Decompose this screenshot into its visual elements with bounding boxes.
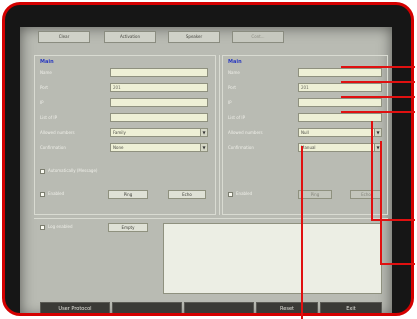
left-port-field[interactable]: 201 [110, 83, 208, 92]
left-enabled-label: Enabled [48, 191, 65, 196]
log-divider [34, 218, 388, 219]
tab-speaker[interactable]: Speaker [168, 31, 220, 43]
right-allowed-select[interactable]: Null ▼ [298, 128, 382, 137]
left-ping-button[interactable]: Ping [108, 190, 148, 199]
callout-line-iplist [341, 111, 415, 113]
callout-line-allowed [371, 219, 415, 221]
callout-line-bottom [301, 146, 303, 319]
blank-button-2[interactable] [184, 302, 254, 313]
left-confirm-value: None [113, 145, 124, 150]
callout-line-name [341, 66, 415, 68]
chevron-down-icon: ▼ [200, 144, 207, 151]
left-allowed-value: Family [113, 130, 126, 135]
tab-clear[interactable]: Clear [38, 31, 90, 43]
left-name-field[interactable] [110, 68, 208, 77]
right-ip-field[interactable] [298, 98, 382, 107]
left-echo-button[interactable]: Echo [168, 190, 206, 199]
right-iplist-label: List of IP [228, 115, 245, 120]
callout-line-confirm [380, 263, 415, 265]
right-port-field[interactable]: 201 [298, 83, 382, 92]
tab-cont[interactable]: Cont... [232, 31, 284, 43]
panel-divider [219, 55, 220, 215]
left-confirm-label: Confirmation [40, 145, 66, 150]
right-panel-title: Main [228, 59, 242, 65]
log-enabled-checkbox[interactable] [40, 225, 45, 230]
log-textarea[interactable] [163, 223, 382, 294]
tab-activation[interactable]: Activation [104, 31, 156, 43]
device-bezel: Clear Activation Speaker Cont... Main Na… [2, 2, 414, 316]
right-ip-label: IP [228, 100, 232, 105]
right-allowed-value: Null [301, 130, 309, 135]
left-iplist-field[interactable] [110, 113, 208, 122]
right-iplist-field[interactable] [298, 113, 382, 122]
right-name-field[interactable] [298, 68, 382, 77]
left-name-label: Name [40, 70, 52, 75]
left-allowed-select[interactable]: Family ▼ [110, 128, 208, 137]
right-name-label: Name [228, 70, 240, 75]
left-ip-field[interactable] [110, 98, 208, 107]
reset-button[interactable]: Reset [256, 302, 318, 313]
chevron-down-icon: ▼ [200, 129, 207, 136]
callout-line-port [341, 81, 415, 83]
auto-message-checkbox[interactable] [40, 169, 45, 174]
exit-button[interactable]: Exit [320, 302, 382, 313]
left-confirm-select[interactable]: None ▼ [110, 143, 208, 152]
right-enabled-label: Enabled [236, 191, 253, 196]
blank-button-1[interactable] [112, 302, 182, 313]
right-confirm-value: Manual [301, 145, 316, 150]
left-iplist-label: List of IP [40, 115, 57, 120]
auto-message-label: Automatically (Message) [48, 168, 98, 173]
left-panel-title: Main [40, 59, 54, 65]
right-allowed-label: Allowed numbers [228, 130, 263, 135]
right-enabled-checkbox[interactable] [228, 192, 233, 197]
right-port-label: Port [228, 85, 236, 90]
user-protocol-button[interactable]: User Protocol [40, 302, 110, 313]
right-confirm-select[interactable]: Manual ▼ [298, 143, 382, 152]
right-ping-button[interactable]: Ping [298, 190, 332, 199]
callout-line-confirm-vertical [380, 141, 382, 264]
left-allowed-label: Allowed numbers [40, 130, 75, 135]
right-confirm-label: Confirmation [228, 145, 254, 150]
left-ip-label: IP [40, 100, 44, 105]
right-echo-button[interactable]: Echo [350, 190, 382, 199]
touch-screen: Clear Activation Speaker Cont... Main Na… [20, 27, 392, 313]
chevron-down-icon: ▼ [374, 129, 381, 136]
left-port-label: Port [40, 85, 48, 90]
left-enabled-checkbox[interactable] [40, 192, 45, 197]
callout-line-ip [341, 96, 415, 98]
callout-line-allowed-vertical [371, 121, 373, 220]
log-empty-button[interactable]: Empty [108, 223, 148, 232]
log-enabled-label: Log enabled [48, 224, 73, 229]
